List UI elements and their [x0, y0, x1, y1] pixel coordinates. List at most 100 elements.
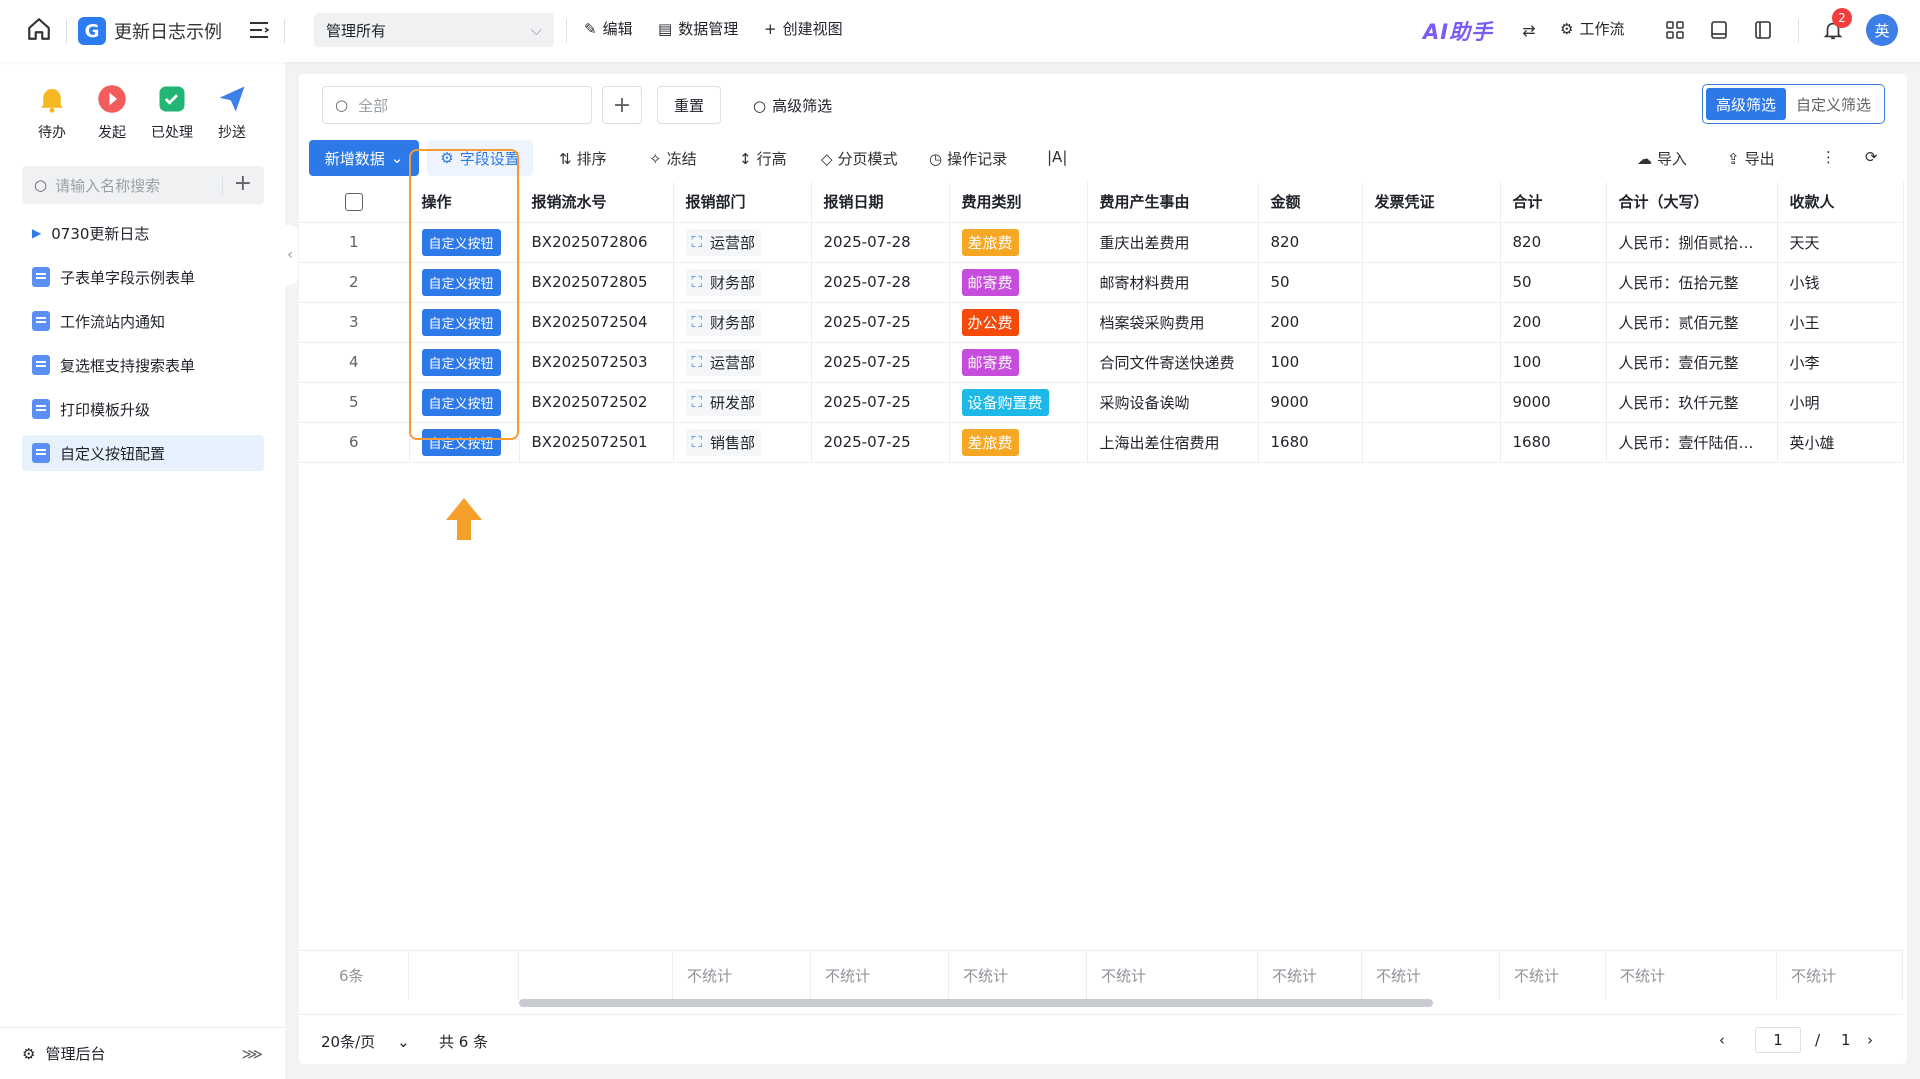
create-view-button[interactable]: + 创建视图 [764, 18, 843, 39]
date-cell[interactable]: 2025-07-25 [811, 382, 950, 423]
app-title[interactable]: G 更新日志示例 [78, 17, 222, 45]
next-page-icon[interactable]: › [1867, 1031, 1873, 1049]
custom-action-button[interactable]: 自定义按钮 [421, 228, 501, 256]
column-header[interactable]: 费用产生事由 [1087, 182, 1259, 223]
invoice-cell[interactable] [1362, 222, 1501, 263]
column-header[interactable]: 金额 [1258, 182, 1363, 223]
operation-log-button[interactable]: ◷ 操作记录 [929, 148, 1007, 169]
prev-page-icon[interactable]: ‹ [1719, 1031, 1725, 1049]
field-settings-button[interactable]: ⚙ 字段设置 [427, 140, 533, 176]
custom-action-button[interactable]: 自定义按钮 [421, 428, 501, 456]
tab-custom-filter[interactable]: 自定义筛选 [1786, 88, 1881, 120]
summary-cell[interactable]: 不统计 [1777, 951, 1903, 1000]
notebook-icon[interactable] [1750, 17, 1776, 43]
total-cell[interactable]: 9000 [1500, 382, 1607, 423]
font-size-button[interactable]: |A| [1047, 148, 1067, 166]
serial-number-cell[interactable]: BX2025072805 [519, 262, 674, 303]
total-uppercase-cell[interactable]: 人民币：壹佰元整 [1606, 342, 1778, 383]
menu-toggle-icon[interactable] [248, 20, 270, 40]
custom-action-button[interactable]: 自定义按钮 [421, 348, 501, 376]
total-uppercase-cell[interactable]: 人民币：伍拾元整 [1606, 262, 1778, 303]
column-header[interactable]: 收款人 [1777, 182, 1904, 223]
more-icon[interactable]: ⋮ [1821, 148, 1836, 166]
sort-button[interactable]: ⇅ 排序 [559, 148, 607, 169]
column-header[interactable]: 合计（大写） [1606, 182, 1778, 223]
amount-cell[interactable]: 9000 [1258, 382, 1363, 423]
serial-number-cell[interactable]: BX2025072504 [519, 302, 674, 343]
date-cell[interactable]: 2025-07-25 [811, 302, 950, 343]
serial-number-cell[interactable]: BX2025072501 [519, 422, 674, 463]
payee-cell[interactable]: 小明 [1777, 382, 1904, 423]
amount-cell[interactable]: 100 [1258, 342, 1363, 383]
apps-grid-icon[interactable] [1662, 17, 1688, 43]
column-header[interactable]: 发票凭证 [1362, 182, 1501, 223]
amount-cell[interactable]: 200 [1258, 302, 1363, 343]
total-cell[interactable]: 200 [1500, 302, 1607, 343]
invoice-cell[interactable] [1362, 422, 1501, 463]
summary-cell[interactable]: 不统计 [1606, 951, 1777, 1000]
reason-cell[interactable]: 上海出差住宿费用 [1087, 422, 1259, 463]
serial-number-cell[interactable]: BX2025072502 [519, 382, 674, 423]
collapse-sidebar-icon[interactable]: ⋙ [242, 1045, 263, 1063]
reason-cell[interactable]: 重庆出差费用 [1087, 222, 1259, 263]
new-data-button[interactable]: 新增数据 ⌄ [309, 140, 419, 176]
quick-cc[interactable]: 抄送 [202, 82, 262, 142]
edit-button[interactable]: ✎ 编辑 [584, 18, 633, 39]
reason-cell[interactable]: 邮寄材料费用 [1087, 262, 1259, 303]
add-icon[interactable]: + [221, 171, 252, 196]
book-icon[interactable] [1706, 17, 1732, 43]
add-filter-button[interactable]: + [602, 86, 642, 124]
import-button[interactable]: ☁ 导入 [1637, 148, 1687, 169]
column-header[interactable]: 操作 [409, 182, 520, 223]
invoice-cell[interactable] [1362, 382, 1501, 423]
advanced-filter-link[interactable]: ○ 高级筛选 [753, 95, 832, 116]
payee-cell[interactable]: 小李 [1777, 342, 1904, 383]
summary-cell[interactable]: 不统计 [1258, 951, 1362, 1000]
admin-backend-link[interactable]: ⚙ 管理后台 ⋙ [0, 1027, 285, 1079]
invoice-cell[interactable] [1362, 302, 1501, 343]
table-row[interactable]: 3 自定义按钮 BX2025072504 ⛶ 财务部 2025-07-25 办公费 档案袋采购… [299, 302, 1904, 343]
freeze-button[interactable]: ✧ 冻结 [649, 148, 697, 169]
workflow-button[interactable]: ⚙ 工作流 [1560, 18, 1624, 39]
summary-cell[interactable]: 不统计 [811, 951, 949, 1000]
reason-cell[interactable]: 采购设备诶呦 [1087, 382, 1259, 423]
amount-cell[interactable]: 820 [1258, 222, 1363, 263]
sidebar-search-input[interactable]: ○ 请输入名称搜索 + [22, 166, 264, 204]
sidebar-item-custom-button[interactable]: 自定义按钮配置 [22, 435, 264, 471]
total-uppercase-cell[interactable]: 人民币：玖仟元整 [1606, 382, 1778, 423]
quick-processed[interactable]: 已处理 [142, 82, 202, 142]
table-row[interactable]: 4 自定义按钮 BX2025072503 ⛶ 运营部 2025-07-25 邮寄费 合同文件寄… [299, 342, 1904, 383]
amount-cell[interactable]: 1680 [1258, 422, 1363, 463]
payee-cell[interactable]: 小王 [1777, 302, 1904, 343]
column-header[interactable]: 报销流水号 [519, 182, 674, 223]
sidebar-item-checkbox-search[interactable]: 复选框支持搜索表单 [22, 347, 264, 383]
pagination-mode-button[interactable]: ◇ 分页模式 [821, 148, 898, 169]
table-row[interactable]: 6 自定义按钮 BX2025072501 ⛶ 销售部 2025-07-25 差旅费 上海出差住… [299, 422, 1904, 463]
sidebar-item-print-template[interactable]: 打印模板升级 [22, 391, 264, 427]
table-row[interactable]: 5 自定义按钮 BX2025072502 ⛶ 研发部 2025-07-25 设备购置费 采购设… [299, 382, 1904, 423]
date-cell[interactable]: 2025-07-28 [811, 262, 950, 303]
column-header[interactable]: 报销部门 [673, 182, 812, 223]
quick-todo[interactable]: 待办 [22, 82, 82, 142]
table-row[interactable]: 2 自定义按钮 BX2025072805 ⛶ 财务部 2025-07-28 邮寄费 邮寄材料费… [299, 262, 1904, 303]
sidebar-group-changelog[interactable]: ▶ 0730更新日志 [22, 215, 264, 251]
view-select[interactable]: 管理所有 ⌵ [314, 13, 554, 47]
date-cell[interactable]: 2025-07-25 [811, 342, 950, 383]
tab-advanced-filter[interactable]: 高级筛选 [1705, 88, 1786, 120]
select-all-checkbox[interactable] [299, 182, 410, 223]
custom-action-button[interactable]: 自定义按钮 [421, 268, 501, 296]
translate-icon[interactable]: ⇄ [1516, 17, 1542, 43]
summary-cell[interactable]: 不统计 [1087, 951, 1258, 1000]
date-cell[interactable]: 2025-07-28 [811, 222, 950, 263]
custom-action-button[interactable]: 自定义按钮 [421, 308, 501, 336]
total-uppercase-cell[interactable]: 人民币：捌佰贰拾元整 [1606, 222, 1778, 263]
payee-cell[interactable]: 天天 [1777, 222, 1904, 263]
serial-number-cell[interactable]: BX2025072503 [519, 342, 674, 383]
reset-button[interactable]: 重置 [657, 86, 721, 124]
column-header[interactable]: 报销日期 [811, 182, 950, 223]
sidebar-collapse-handle[interactable]: ‹ [282, 225, 298, 285]
summary-cell[interactable]: 不统计 [949, 951, 1087, 1000]
quick-initiate[interactable]: 发起 [82, 82, 142, 142]
summary-cell[interactable]: 不统计 [673, 951, 811, 1000]
column-header[interactable]: 合计 [1500, 182, 1607, 223]
